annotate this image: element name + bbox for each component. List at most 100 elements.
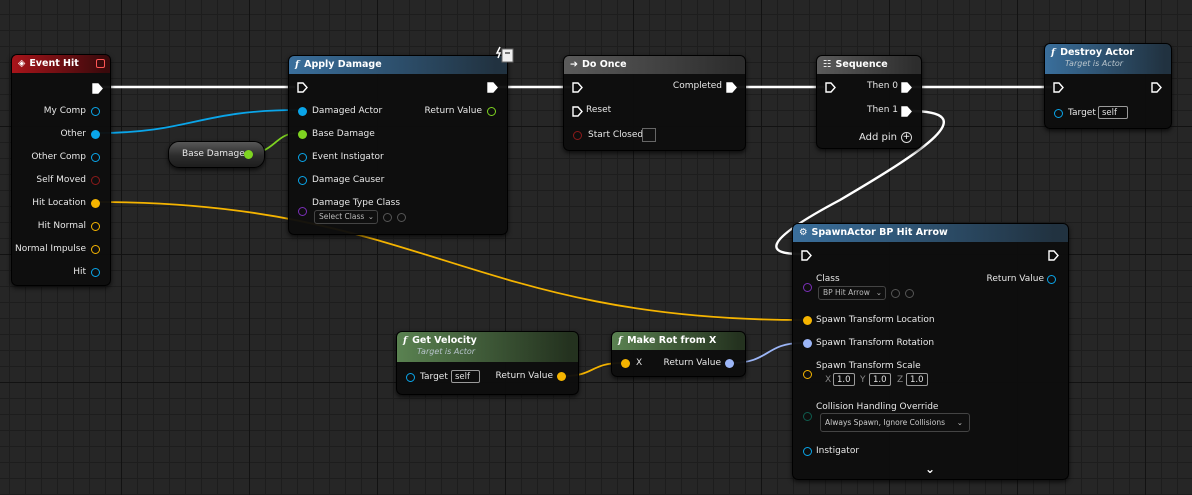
event-hit-exec-out-pin[interactable] (92, 83, 103, 94)
base-damage-output-pin[interactable] (244, 150, 253, 159)
event-instigator-pin[interactable] (298, 153, 307, 162)
collision-handling-pin[interactable] (803, 412, 812, 421)
apply-damage-return-label: Return Value (424, 106, 482, 116)
make-rot-header[interactable]: f Make Rot from X (612, 332, 745, 350)
apply-damage-node[interactable]: f Apply Damage Damaged Actor Return Value… (288, 46, 514, 235)
hit-pin[interactable] (91, 268, 100, 277)
do-once-exec-in-pin[interactable] (572, 82, 583, 93)
spawn-class-dropdown-value: BP Hit Arrow (823, 288, 870, 297)
add-pin-icon[interactable]: + (901, 132, 912, 143)
destroy-actor-exec-in-pin[interactable] (1053, 82, 1064, 93)
make-rot-return-pin[interactable] (725, 359, 734, 368)
reset-label: Reset (586, 105, 612, 115)
self-moved-pin[interactable] (91, 176, 100, 185)
spawn-actor-exec-out-pin[interactable] (1048, 250, 1059, 261)
scale-y-field[interactable]: 1.0 (869, 373, 891, 386)
spawn-actor-exec-in-pin[interactable] (801, 250, 812, 261)
apply-damage-exec-in-pin[interactable] (297, 82, 308, 93)
damage-causer-pin[interactable] (298, 176, 307, 185)
make-rot-from-x-node[interactable]: f Make Rot from X X Return Value (611, 331, 746, 377)
spawn-class-dropdown[interactable]: BP Hit Arrow ⌄ (818, 286, 886, 300)
then-0-exec-pin[interactable] (901, 82, 912, 93)
make-rot-x-pin[interactable] (621, 359, 630, 368)
start-closed-label: Start Closed (588, 130, 644, 140)
add-pin-label[interactable]: Add pin (859, 132, 897, 143)
spawn-return-pin[interactable] (1047, 275, 1056, 284)
apply-damage-exec-out-pin[interactable] (487, 82, 498, 93)
event-instigator-label: Event Instigator (312, 152, 384, 162)
base-damage-input-pin[interactable] (298, 130, 307, 139)
get-velocity-return-label: Return Value (495, 371, 553, 381)
spawn-location-pin[interactable] (803, 316, 812, 325)
object-wire-other-to-damaged-actor (97, 109, 299, 134)
reset-exec-pin[interactable] (572, 106, 583, 117)
event-hit-node[interactable]: ◈ Event Hit My Comp Other Other Comp Self… (11, 54, 111, 286)
other-pin[interactable] (91, 130, 100, 139)
get-velocity-target-label: Target (420, 372, 448, 382)
hit-location-pin[interactable] (91, 199, 100, 208)
event-hit-header[interactable]: ◈ Event Hit (12, 55, 110, 73)
completed-exec-out-pin[interactable] (726, 82, 737, 93)
spawn-scale-label: Spawn Transform Scale (816, 361, 921, 371)
destroy-actor-subtitle: Target is Actor (1065, 59, 1124, 68)
function-icon: f (618, 335, 623, 346)
damaged-actor-pin[interactable] (298, 107, 307, 116)
chevron-down-icon: ⌄ (956, 418, 963, 427)
then-1-label: Then 1 (866, 105, 898, 115)
use-selected-asset-icon[interactable] (383, 213, 392, 222)
get-velocity-target-pin[interactable] (406, 373, 415, 382)
hit-normal-pin[interactable] (91, 222, 100, 231)
normal-impulse-pin[interactable] (91, 245, 100, 254)
base-damage-variable-node[interactable]: Base Damage (168, 141, 265, 168)
base-damage-input-label: Base Damage (312, 129, 375, 139)
spawn-return-label: Return Value (986, 274, 1044, 284)
start-closed-pin[interactable] (573, 131, 582, 140)
get-velocity-header[interactable]: f Get Velocity Target is Actor (397, 332, 578, 362)
start-closed-checkbox[interactable] (642, 128, 656, 142)
damage-type-class-dropdown[interactable]: Select Class ⌄ (314, 210, 378, 224)
scale-x-label: X (825, 375, 832, 385)
spawn-rotation-pin[interactable] (803, 339, 812, 348)
spawn-class-pin[interactable] (803, 283, 812, 292)
destroy-actor-header[interactable]: f Destroy Actor Target is Actor (1045, 44, 1171, 74)
use-selected-asset-icon[interactable] (891, 289, 900, 298)
completed-label: Completed (672, 81, 722, 91)
pin-label-hit-location: Hit Location (32, 198, 86, 208)
destroy-actor-node[interactable]: f Destroy Actor Target is Actor Target se… (1044, 43, 1172, 129)
browse-asset-icon[interactable] (905, 289, 914, 298)
scale-z-label: Z (897, 375, 904, 385)
scale-z-field[interactable]: 1.0 (906, 373, 928, 386)
sequence-title: Sequence (835, 59, 888, 70)
delegate-pin-icon[interactable] (96, 59, 105, 68)
then-1-exec-pin[interactable] (901, 106, 912, 117)
scale-x-field[interactable]: 1.0 (833, 373, 855, 386)
expand-advanced-chevron-icon[interactable]: ⌄ (925, 462, 935, 476)
spawn-instigator-pin[interactable] (803, 447, 812, 456)
collision-handling-dropdown[interactable]: Always Spawn, Ignore Collisions ⌄ (820, 413, 970, 432)
chevron-down-icon: ⌄ (875, 288, 882, 297)
spawn-actor-header[interactable]: ⚙ SpawnActor BP Hit Arrow (793, 224, 1068, 242)
do-once-header[interactable]: ➔ Do Once (564, 56, 745, 74)
spawn-scale-pin[interactable] (803, 370, 812, 379)
apply-damage-return-pin[interactable] (487, 107, 496, 116)
destroy-actor-exec-out-pin[interactable] (1151, 82, 1162, 93)
do-once-node[interactable]: ➔ Do Once Completed Reset Start Closed (563, 55, 746, 151)
pin-label-self-moved: Self Moved (36, 175, 86, 185)
apply-damage-header[interactable]: f Apply Damage (289, 56, 507, 74)
get-velocity-node[interactable]: f Get Velocity Target is Actor Target sel… (396, 331, 579, 395)
damage-type-class-pin[interactable] (298, 207, 307, 216)
sequence-node[interactable]: ☷ Sequence Then 0 Then 1 Add pin + (816, 55, 922, 149)
get-velocity-target-field[interactable]: self (451, 370, 480, 383)
sequence-icon: ☷ (823, 59, 832, 70)
spawn-actor-node[interactable]: ⚙ SpawnActor BP Hit Arrow Class BP Hit Ar… (792, 223, 1069, 480)
pin-label-normal-impulse: Normal Impulse (15, 244, 86, 254)
sequence-exec-in-pin[interactable] (825, 82, 836, 93)
browse-asset-icon[interactable] (397, 213, 406, 222)
function-icon: f (295, 59, 300, 70)
other-comp-pin[interactable] (91, 153, 100, 162)
destroy-target-field[interactable]: self (1098, 106, 1128, 119)
my-comp-pin[interactable] (91, 107, 100, 116)
destroy-target-pin[interactable] (1054, 109, 1063, 118)
sequence-header[interactable]: ☷ Sequence (817, 56, 921, 74)
get-velocity-return-pin[interactable] (557, 372, 566, 381)
